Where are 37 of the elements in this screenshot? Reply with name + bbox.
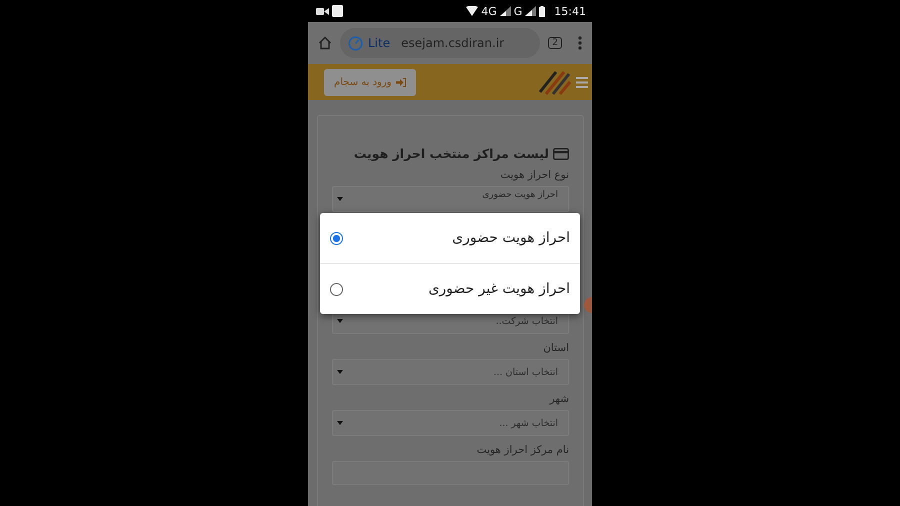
radio-option[interactable]: احراز هویت حضوری — [320, 213, 580, 263]
video-camera-icon — [316, 6, 329, 16]
dropdown-caret-icon — [337, 421, 343, 425]
login-button[interactable]: ورود به سجام — [324, 68, 416, 96]
logo-stripes-drawing — [536, 68, 572, 96]
wifi-icon — [466, 6, 478, 16]
clock-time: 15:41 — [554, 4, 586, 18]
card-title: لیست مراکز منتخب احراز هویت — [354, 146, 549, 161]
url-text: esejam.csdiran.ir — [401, 36, 504, 50]
network-type-label: G — [514, 4, 522, 18]
menu-icon[interactable] — [576, 76, 588, 88]
credit-card-icon — [553, 148, 569, 160]
field-label: نام مرکز احراز هویت — [476, 444, 569, 456]
radio-button[interactable] — [330, 232, 343, 244]
dropdown-caret-icon — [337, 197, 343, 201]
dropdown-caret-icon — [337, 370, 343, 374]
address-bar[interactable]: Lite esejam.csdiran.ir — [340, 28, 540, 58]
radio-button[interactable] — [330, 282, 343, 296]
sign-in-icon — [396, 78, 406, 86]
tab-count-button[interactable]: 2 — [548, 37, 562, 49]
network-type-label: 4G — [481, 4, 497, 18]
battery-icon — [539, 6, 546, 16]
signal-bars-icon — [500, 6, 511, 16]
lite-mode-label: Lite — [368, 36, 390, 50]
field-label: نوع احراز هویت — [500, 169, 569, 181]
dropdown-caret-icon — [337, 319, 343, 323]
gauge-icon — [348, 36, 363, 50]
field-label: استان — [543, 342, 569, 354]
signal-bars-icon — [525, 6, 536, 16]
home-icon[interactable] — [318, 36, 332, 50]
notification-square-icon — [332, 5, 343, 17]
select-field[interactable]: انتخاب استان ... — [332, 359, 569, 385]
field-label: شهر — [550, 393, 569, 405]
more-menu-icon[interactable] — [578, 36, 582, 50]
select-field[interactable]: احراز هویت حضوری — [332, 186, 569, 212]
select-field[interactable]: انتخاب شهر ... — [332, 410, 569, 436]
radio-option[interactable]: احراز هویت غیر حضوری — [320, 263, 580, 314]
